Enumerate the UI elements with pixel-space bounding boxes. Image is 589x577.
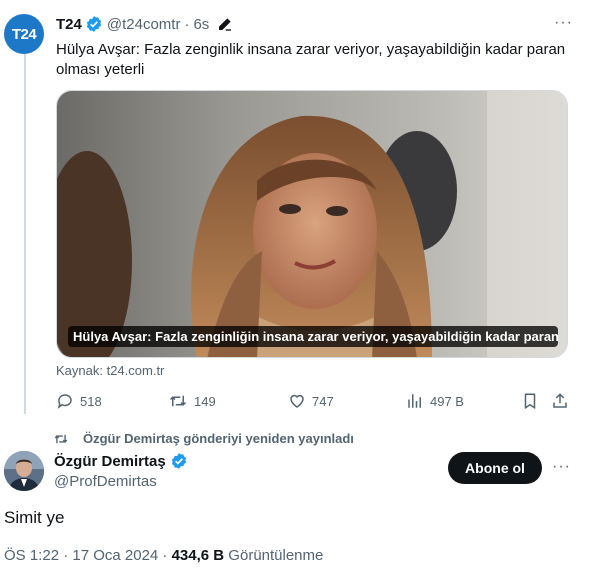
t24-avatar[interactable]: T24 — [4, 14, 44, 54]
reply-button[interactable]: 518 — [56, 392, 102, 410]
quoted-tweet-text: Hülya Avşar: Fazla zenginlik insana zara… — [56, 41, 566, 78]
follow-button[interactable]: Abone ol — [448, 452, 542, 484]
views-count: 497 B — [430, 393, 464, 409]
retweet-icon — [54, 434, 68, 443]
tweet-text: Simit ye — [4, 508, 65, 527]
views-label: Görüntülenme — [224, 547, 324, 564]
more-options-icon[interactable]: ··· — [554, 14, 573, 32]
quoted-tweet-header: T24 @t24comtr · 6s — [56, 15, 233, 33]
card-caption: Hülya Avşar: Fazla zenginliğin insana za… — [68, 326, 558, 347]
retweet-banner[interactable]: Özgür Demirtaş gönderiyi yeniden yayınla… — [53, 431, 354, 446]
tweet-actions: 518 149 747 497 B — [56, 392, 576, 412]
author-avatar[interactable] — [4, 451, 44, 491]
views-button[interactable]: 497 B — [406, 392, 464, 410]
retweet-button[interactable]: 149 — [168, 392, 216, 410]
like-button[interactable]: 747 — [288, 392, 334, 410]
separator: · — [184, 15, 190, 33]
bookmark-button[interactable] — [521, 392, 545, 410]
retweet-count: 149 — [194, 393, 216, 409]
card-source[interactable]: Kaynak: t24.com.tr — [56, 363, 164, 378]
author-name[interactable]: Özgür Demirtaş — [54, 453, 166, 470]
verified-badge-icon — [85, 15, 103, 33]
reply-count: 518 — [80, 393, 102, 409]
author-handle[interactable]: @ProfDemirtas — [54, 473, 157, 490]
views-total: 434,6 B — [171, 547, 225, 564]
tweet-time[interactable]: 6s — [193, 16, 209, 33]
bookmark-icon — [524, 393, 536, 410]
avatar-logo-text: T24 — [11, 25, 37, 43]
thread-line — [24, 54, 26, 414]
reply-icon — [57, 394, 72, 409]
share-button[interactable] — [551, 392, 575, 410]
link-card[interactable]: Hülya Avşar: Fazla zenginliğin insana za… — [56, 90, 568, 358]
share-icon — [553, 393, 567, 408]
retweet-icon — [169, 395, 187, 407]
author-name[interactable]: T24 — [56, 16, 82, 33]
more-options-icon[interactable]: ··· — [552, 458, 571, 476]
verified-badge-icon — [170, 452, 188, 470]
retweeter-name-row: Özgür Demirtaş — [54, 452, 188, 470]
author-handle[interactable]: @t24comtr — [107, 16, 181, 33]
heart-icon — [290, 394, 304, 408]
edited-pencil-icon[interactable] — [217, 16, 233, 32]
tweet-meta: ÖS 1:22 · 17 Oca 2024 · 434,6 B Görüntül… — [4, 547, 323, 564]
card-photo — [57, 91, 567, 357]
tweet-timestamp[interactable]: ÖS 1:22 · 17 Oca 2024 · — [4, 547, 172, 564]
avatar-photo — [4, 451, 44, 491]
like-count: 747 — [312, 393, 334, 409]
views-chart-icon — [408, 394, 421, 408]
retweet-banner-text: Özgür Demirtaş gönderiyi yeniden yayınla… — [83, 431, 354, 446]
